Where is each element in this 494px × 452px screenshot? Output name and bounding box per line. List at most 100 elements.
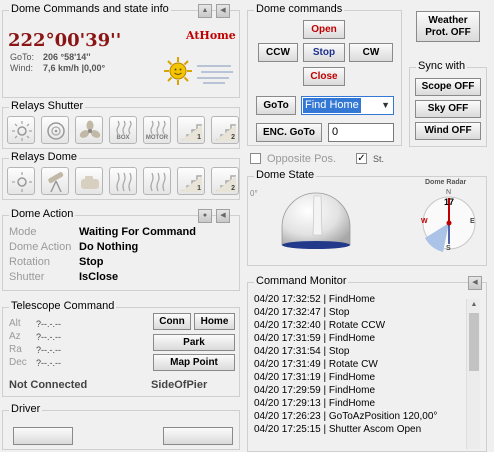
log-line: 04/20 17:31:19 | FindHome <box>254 372 376 383</box>
opposite-pos-label: Opposite Pos. <box>267 153 337 165</box>
telescope-command-panel: Telescope Command Alt ?--.-.-- Az ?--.-.… <box>2 300 240 397</box>
conn-button[interactable]: Conn <box>153 313 191 330</box>
state-info-panel: Dome Commands and state info ▲ ◀ 222°00'… <box>2 3 240 98</box>
home-button[interactable]: Home <box>194 313 235 330</box>
stop-button[interactable]: Stop <box>303 43 345 62</box>
stairs-1-label: 1 <box>197 134 201 141</box>
dec-value: ?--.-.-- <box>36 358 61 368</box>
weather-protection-button[interactable]: Weather Prot. OFF <box>416 11 480 42</box>
log-line: 04/20 17:31:59 | FindHome <box>254 333 376 344</box>
wind-icon <box>197 65 233 84</box>
ccw-button[interactable]: CCW <box>258 43 298 62</box>
compass-n: N <box>446 189 452 196</box>
park-button[interactable]: Park <box>153 334 235 351</box>
dome-action-title: Dome Action <box>9 208 76 220</box>
log-line: 04/20 17:32:40 | Rotate CCW <box>254 320 386 331</box>
dome-state-panel: Dome State 0° Dome Radar 17 N W E S <box>247 169 487 266</box>
expand-left-icon[interactable]: ◀ <box>468 276 482 290</box>
mode-value: Waiting For Command <box>79 226 196 238</box>
enc-goto-button[interactable]: ENC. GoTo <box>256 123 322 142</box>
dome-commands-title: Dome commands <box>254 3 345 15</box>
log-line: 04/20 17:32:52 | FindHome <box>254 294 376 305</box>
stairs-2-label: 2 <box>231 134 235 141</box>
compass-w: W <box>421 218 428 225</box>
dome-camera-button[interactable] <box>75 167 103 195</box>
dome-commands-panel: Dome commands Open CCW Stop CW Close GoT… <box>247 3 402 146</box>
shutter-fan-button[interactable] <box>75 116 103 144</box>
enc-value-input[interactable]: 0 <box>328 123 394 142</box>
shutter-box-heat-button[interactable]: BOX <box>109 116 137 144</box>
command-monitor-title: Command Monitor <box>254 275 349 287</box>
relays-shutter-title: Relays Shutter <box>9 100 86 112</box>
shutter-target-button[interactable] <box>41 116 69 144</box>
sky-sync-button[interactable]: Sky OFF <box>415 100 481 118</box>
wind-sync-button[interactable]: Wind OFF <box>415 122 481 140</box>
log-line: 04/20 17:29:13 | FindHome <box>254 398 376 409</box>
record-icon[interactable]: ● <box>198 209 212 223</box>
dome-telescope-button[interactable] <box>41 167 69 195</box>
chevron-down-icon: ▼ <box>381 100 390 110</box>
compass-s: S <box>446 245 451 252</box>
dec-label: Dec <box>9 357 27 368</box>
dome-heat-button[interactable] <box>109 167 137 195</box>
wind-value: 7,6 km/h |0,00° <box>43 63 106 73</box>
goto-label: GoTo: <box>10 52 35 62</box>
log-line: 04/20 17:29:59 | FindHome <box>254 385 376 396</box>
az-label: Az <box>9 331 21 342</box>
relays-shutter-panel: Relays Shutter BOX MOTOR 1 2 <box>2 100 240 149</box>
goto-value: 206 °58'14'' <box>43 52 91 62</box>
dome-light-button[interactable] <box>7 167 35 195</box>
shutter-stairs-1-button[interactable]: 1 <box>177 116 205 144</box>
side-of-pier: SideOfPier <box>151 379 208 391</box>
close-button[interactable]: Close <box>303 67 345 86</box>
log-line: 04/20 17:32:47 | Stop <box>254 307 350 318</box>
dome-state-title: Dome State <box>254 169 317 181</box>
expand-left-icon[interactable]: ◀ <box>216 209 230 223</box>
fan-icon <box>79 120 101 138</box>
dome-action-value: Do Nothing <box>79 241 139 253</box>
mode-label: Mode <box>9 226 37 238</box>
driver-exit-button[interactable] <box>163 427 233 445</box>
compass-e: E <box>470 218 475 225</box>
relays-dome-title: Relays Dome <box>9 151 80 163</box>
shutter-label: Shutter <box>9 271 45 283</box>
motor-heat-icon <box>150 120 166 135</box>
st-checkbox[interactable]: ✓ <box>356 153 367 164</box>
shutter-motor-heat-button[interactable]: MOTOR <box>143 116 171 144</box>
map-point-button[interactable]: Map Point <box>153 354 235 371</box>
wind-label: Wind: <box>10 63 34 73</box>
dome-action-label: Dome Action <box>9 241 72 253</box>
dome-stairs-2-button[interactable]: 2 <box>211 167 239 195</box>
scope-sync-button[interactable]: Scope OFF <box>415 78 481 96</box>
command-monitor-panel: Command Monitor ◀ 04/20 17:32:52 | FindH… <box>247 275 487 452</box>
shutter-stairs-2-button[interactable]: 2 <box>211 116 239 144</box>
cw-button[interactable]: CW <box>349 43 393 62</box>
heat-icon <box>116 172 132 192</box>
goto-select-value: Find Home <box>303 98 361 113</box>
driver-config-button[interactable] <box>13 427 73 445</box>
scroll-thumb[interactable] <box>469 313 479 371</box>
log-line: 04/20 17:26:23 | GoToAzPosition 120,00° <box>254 411 438 422</box>
goto-select[interactable]: Find Home ▼ <box>301 96 394 115</box>
sun-icon <box>164 57 192 85</box>
rotation-label: Rotation <box>9 256 50 268</box>
driver-title: Driver <box>9 403 43 415</box>
opposite-pos-checkbox[interactable] <box>250 153 261 164</box>
connection-status: Not Connected <box>9 379 88 391</box>
dome-motor-heat-button[interactable] <box>143 167 171 195</box>
log-scrollbar[interactable]: ▲ <box>466 299 480 449</box>
scroll-up-icon[interactable]: ▲ <box>467 299 481 311</box>
shutter-light-button[interactable] <box>7 116 35 144</box>
stairs-1-label: 1 <box>197 185 201 192</box>
sync-with-panel: Sync with Scope OFF Sky OFF Wind OFF <box>409 60 487 147</box>
dome-action-panel: Dome Action ● ◀ Mode Waiting For Command… <box>2 208 240 291</box>
azimuth-readout: 222°00'39'' <box>8 30 122 51</box>
expand-left-icon[interactable]: ◀ <box>216 4 230 18</box>
driver-panel: Driver <box>2 403 240 450</box>
dome-stairs-1-button[interactable]: 1 <box>177 167 205 195</box>
command-log: 04/20 17:32:52 | FindHome 04/20 17:32:47… <box>254 293 466 443</box>
weather-label-line1: Weather <box>428 15 468 26</box>
goto-button[interactable]: GoTo <box>256 96 296 115</box>
collapse-up-icon[interactable]: ▲ <box>198 4 212 18</box>
open-button[interactable]: Open <box>303 20 345 39</box>
